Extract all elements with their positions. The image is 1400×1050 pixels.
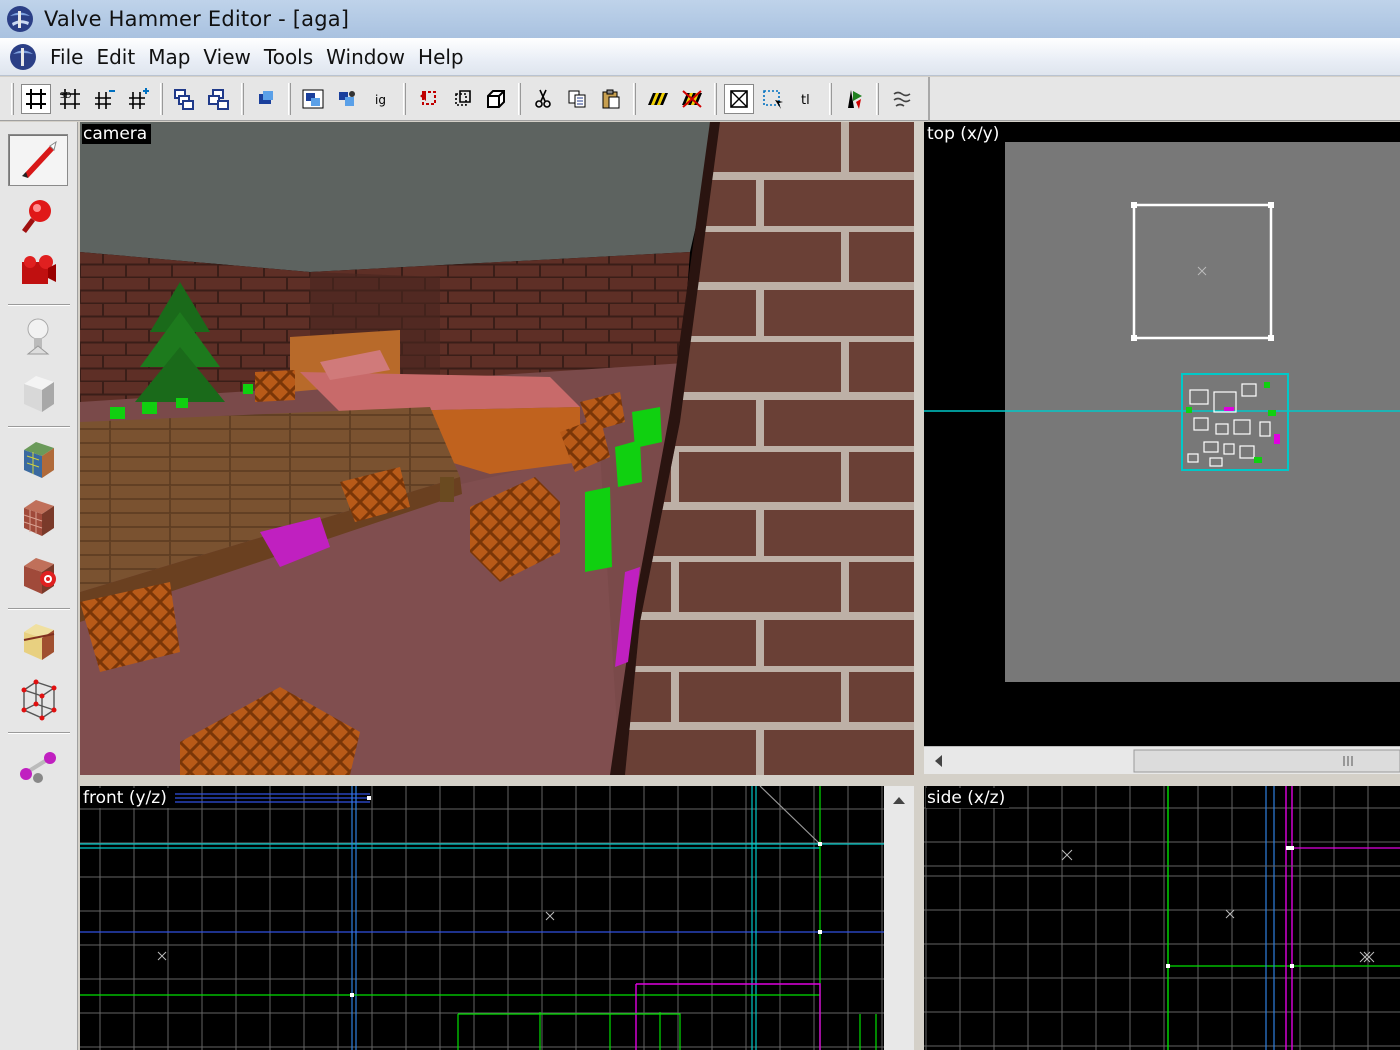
toolbar-separator [633, 82, 636, 115]
copy-icon[interactable] [562, 84, 592, 114]
run-map-icon[interactable] [839, 84, 869, 114]
rotate-icon[interactable] [413, 84, 443, 114]
texture-application-icon[interactable] [8, 434, 68, 486]
carve-icon[interactable] [251, 84, 281, 114]
toolbar-separator [876, 82, 879, 115]
menu-edit[interactable]: Edit [94, 45, 146, 69]
camera-viewport[interactable]: camera [80, 122, 914, 775]
flip-icon[interactable] [447, 84, 477, 114]
grid-toggle-icon[interactable] [21, 83, 51, 114]
tools-palette [0, 122, 78, 1050]
clipping-tool-icon[interactable] [8, 616, 68, 668]
title-bar: Valve Hammer Editor - [aga] [0, 0, 1400, 38]
hide-selected-icon[interactable] [298, 84, 328, 114]
side-viewport[interactable]: side (x/z) [924, 786, 1400, 1050]
ungroup-icon[interactable] [204, 84, 234, 114]
texture-lock-toggle-icon[interactable] [643, 84, 673, 114]
toolbar-separator [714, 82, 717, 115]
vertical-splitter[interactable] [914, 122, 924, 1050]
select-tl-icon[interactable]: tl [792, 84, 822, 114]
menu-help[interactable]: Help [416, 45, 475, 69]
scroll-up-arrow-icon[interactable] [893, 797, 905, 804]
side-2d-view[interactable] [924, 786, 1400, 1050]
top-viewport-scrollbar[interactable] [924, 746, 1400, 774]
clone-icon[interactable] [481, 84, 511, 114]
camera-viewport-label: camera [82, 124, 152, 144]
block-tool-icon[interactable] [8, 368, 68, 420]
toolbar-grip[interactable] [11, 82, 14, 115]
toolbox-separator [8, 304, 70, 306]
entity-report-icon[interactable] [886, 84, 916, 114]
toolbar-separator [241, 82, 244, 115]
entity-tool-icon[interactable] [8, 312, 68, 364]
camera-tool-icon[interactable] [8, 246, 68, 298]
select-by-handles-icon[interactable] [724, 83, 754, 114]
top-2d-view[interactable] [924, 122, 1400, 746]
hammer-logo-icon [7, 6, 33, 32]
apply-texture-icon[interactable] [8, 492, 68, 544]
group-icon[interactable] [170, 84, 200, 114]
menu-map[interactable]: Map [146, 45, 201, 69]
vertex-tool-icon[interactable] [8, 674, 68, 726]
scroll-left-arrow-icon[interactable] [935, 755, 942, 767]
toolbar-separator [403, 82, 406, 115]
texture-lock-icon[interactable]: ig [366, 84, 396, 114]
menu-bar: File Edit Map View Tools Window Help [0, 38, 1400, 76]
selection-tool-icon[interactable] [8, 134, 68, 186]
top-viewport-label: top (x/y) [926, 124, 1004, 144]
toolbar-end [928, 76, 930, 121]
menu-window[interactable]: Window [324, 45, 416, 69]
cut-icon[interactable] [528, 84, 558, 114]
hide-unselected-icon[interactable] [332, 84, 362, 114]
toolbox-separator [8, 732, 70, 734]
magnify-tool-icon[interactable] [8, 190, 68, 242]
decal-tool-icon[interactable] [8, 550, 68, 602]
texture-scale-icon[interactable] [677, 84, 707, 114]
toolbar-separator [160, 82, 163, 115]
main-toolbar: 3D ig tl [0, 76, 1400, 121]
menu-file[interactable]: File [48, 45, 94, 69]
toolbar-separator [518, 82, 521, 115]
top-viewport[interactable]: top (x/y) [924, 122, 1400, 746]
svg-text:3D: 3D [60, 91, 71, 100]
camera-3d-render[interactable] [80, 122, 914, 775]
grid-smaller-icon[interactable] [89, 84, 119, 114]
toolbar-separator [829, 82, 832, 115]
front-2d-view[interactable] [80, 786, 884, 1050]
front-viewport-scrollbar[interactable] [884, 786, 914, 1050]
side-viewport-label: side (x/z) [926, 788, 1010, 808]
svg-text:tl: tl [801, 93, 810, 108]
toolbox-separator [8, 426, 70, 428]
paste-icon[interactable] [596, 84, 626, 114]
scroll-thumb[interactable] [1133, 749, 1400, 773]
document-icon[interactable] [8, 42, 38, 72]
front-viewport[interactable]: front (y/z) [80, 786, 884, 1050]
toolbox-separator [8, 608, 70, 610]
horizontal-splitter[interactable] [80, 775, 1400, 786]
menu-tools[interactable]: Tools [262, 45, 324, 69]
window-title: Valve Hammer Editor - [aga] [44, 7, 350, 31]
menu-view[interactable]: View [201, 45, 261, 69]
path-tool-icon[interactable] [8, 740, 68, 792]
select-by-edges-icon[interactable] [758, 84, 788, 114]
grid-larger-icon[interactable] [123, 84, 153, 114]
toolbar-separator [288, 82, 291, 115]
grid-3d-icon[interactable]: 3D [55, 84, 85, 114]
front-viewport-label: front (y/z) [82, 788, 171, 808]
svg-text:ig: ig [375, 93, 386, 107]
